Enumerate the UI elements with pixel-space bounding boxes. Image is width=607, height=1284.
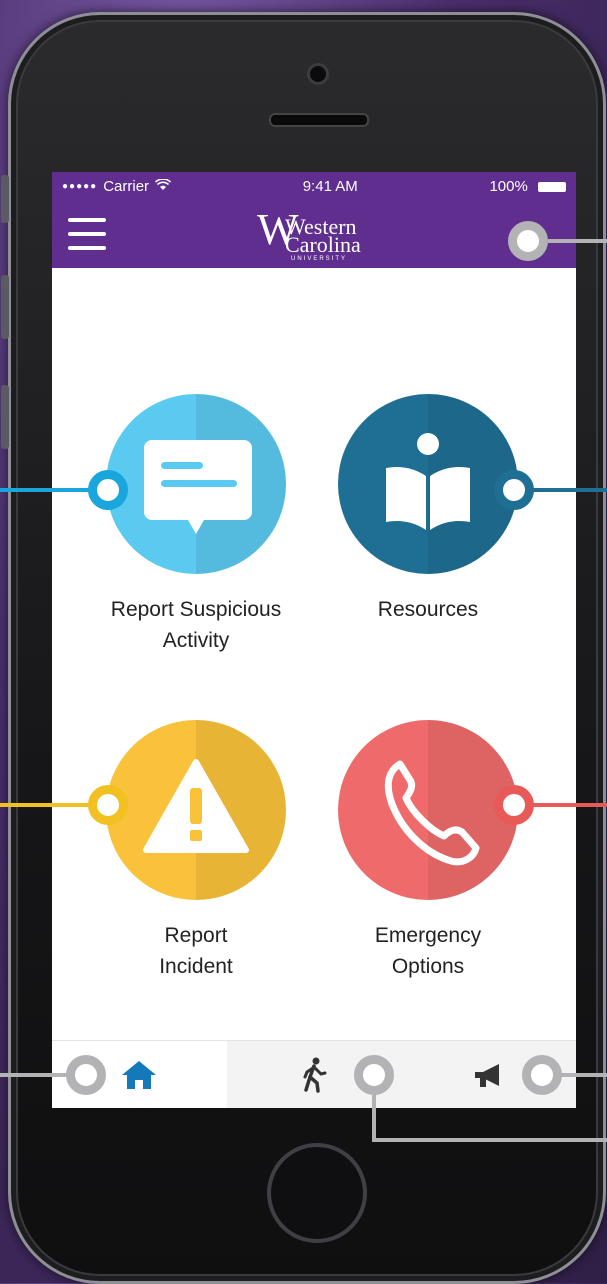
carrier-name: Carrier (103, 177, 150, 195)
wifi-icon (155, 177, 172, 195)
emergency-options-tile[interactable]: Emergency Options (318, 720, 538, 982)
callout-marker-suspicious (88, 470, 128, 510)
warning-icon (106, 720, 286, 900)
home-icon (122, 1061, 157, 1089)
tile-label: Emergency Options (374, 924, 482, 978)
report-incident-tile[interactable]: Report Incident (86, 720, 306, 982)
resources-tile[interactable]: Resources (318, 394, 538, 625)
megaphone-icon (474, 1064, 499, 1087)
front-camera (307, 63, 329, 85)
volume-up-button (1, 275, 9, 339)
phone-icon (338, 720, 518, 900)
battery-percent: 100% (489, 177, 528, 195)
hamburger-menu-icon[interactable] (68, 218, 106, 250)
home-hardware-button[interactable] (267, 1143, 367, 1243)
walking-person-icon (303, 1057, 327, 1093)
app-header: W Western Carolina UNIVERSITY (52, 200, 576, 268)
callout-marker-resources (494, 470, 534, 510)
status-bar: ●●●●● Carrier 9:41 AM 100% (52, 172, 576, 200)
tile-label: Report Incident (159, 924, 233, 978)
book-reader-icon (338, 394, 518, 574)
signal-strength: ●●●●● (62, 180, 98, 192)
callout-marker-home (66, 1055, 106, 1095)
report-suspicious-activity-tile[interactable]: Report Suspicious Activity (86, 394, 306, 656)
bottom-tab-bar (52, 1040, 576, 1108)
tile-label: Resources (377, 598, 479, 621)
battery-icon (537, 181, 566, 192)
mute-switch (1, 175, 9, 223)
chat-bubble-icon (106, 394, 286, 574)
callout-marker-incident (88, 785, 128, 825)
clock: 9:41 AM (302, 177, 358, 195)
earpiece-speaker (269, 113, 369, 127)
tile-label: Report Suspicious Activity (110, 598, 282, 652)
callout-marker-alerts (522, 1055, 562, 1095)
university-logo: W Western Carolina UNIVERSITY (257, 205, 361, 263)
app-screen: ●●●●● Carrier 9:41 AM 100% W Western Car… (52, 172, 576, 1108)
callout-marker-emergency (494, 785, 534, 825)
callout-marker-header (508, 221, 548, 261)
callout-marker-walk (354, 1055, 394, 1095)
volume-down-button (1, 385, 9, 449)
